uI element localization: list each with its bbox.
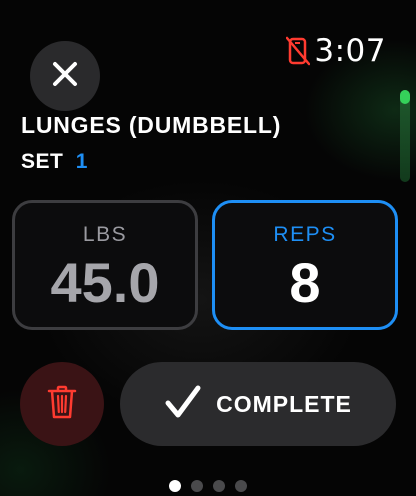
page-dot-4[interactable] xyxy=(235,480,247,492)
delete-set-button[interactable] xyxy=(20,362,104,446)
weight-input-card[interactable]: LBS 45.0 xyxy=(12,200,198,330)
close-button[interactable] xyxy=(30,41,100,111)
scroll-indicator[interactable] xyxy=(400,90,410,182)
set-number: 1 xyxy=(75,150,88,173)
weight-value: 45.0 xyxy=(50,251,160,314)
checkmark-icon xyxy=(164,384,202,425)
close-icon xyxy=(51,60,79,93)
workout-set-screen: 3:07 LUNGES (DUMBBELL) SET 1 LBS 45.0 RE… xyxy=(0,0,416,496)
scroll-thumb[interactable] xyxy=(400,90,410,104)
page-dot-3[interactable] xyxy=(213,480,225,492)
clock-time: 3:07 xyxy=(314,33,386,69)
set-indicator: SET 1 xyxy=(21,150,88,174)
complete-set-button[interactable]: COMPLETE xyxy=(120,362,396,446)
phone-disconnected-icon xyxy=(286,36,311,66)
trash-icon xyxy=(46,384,78,425)
reps-input-card[interactable]: REPS 8 xyxy=(212,200,398,330)
reps-label: REPS xyxy=(273,223,337,246)
page-dot-1[interactable] xyxy=(169,480,181,492)
complete-label: COMPLETE xyxy=(216,390,352,417)
exercise-title: LUNGES (DUMBBELL) xyxy=(21,112,282,138)
weight-unit-label: LBS xyxy=(82,223,128,246)
page-dot-2[interactable] xyxy=(191,480,203,492)
set-label: SET xyxy=(21,150,64,173)
status-bar: 3:07 xyxy=(286,33,386,69)
reps-value: 8 xyxy=(289,251,321,314)
page-indicator[interactable] xyxy=(0,480,416,492)
